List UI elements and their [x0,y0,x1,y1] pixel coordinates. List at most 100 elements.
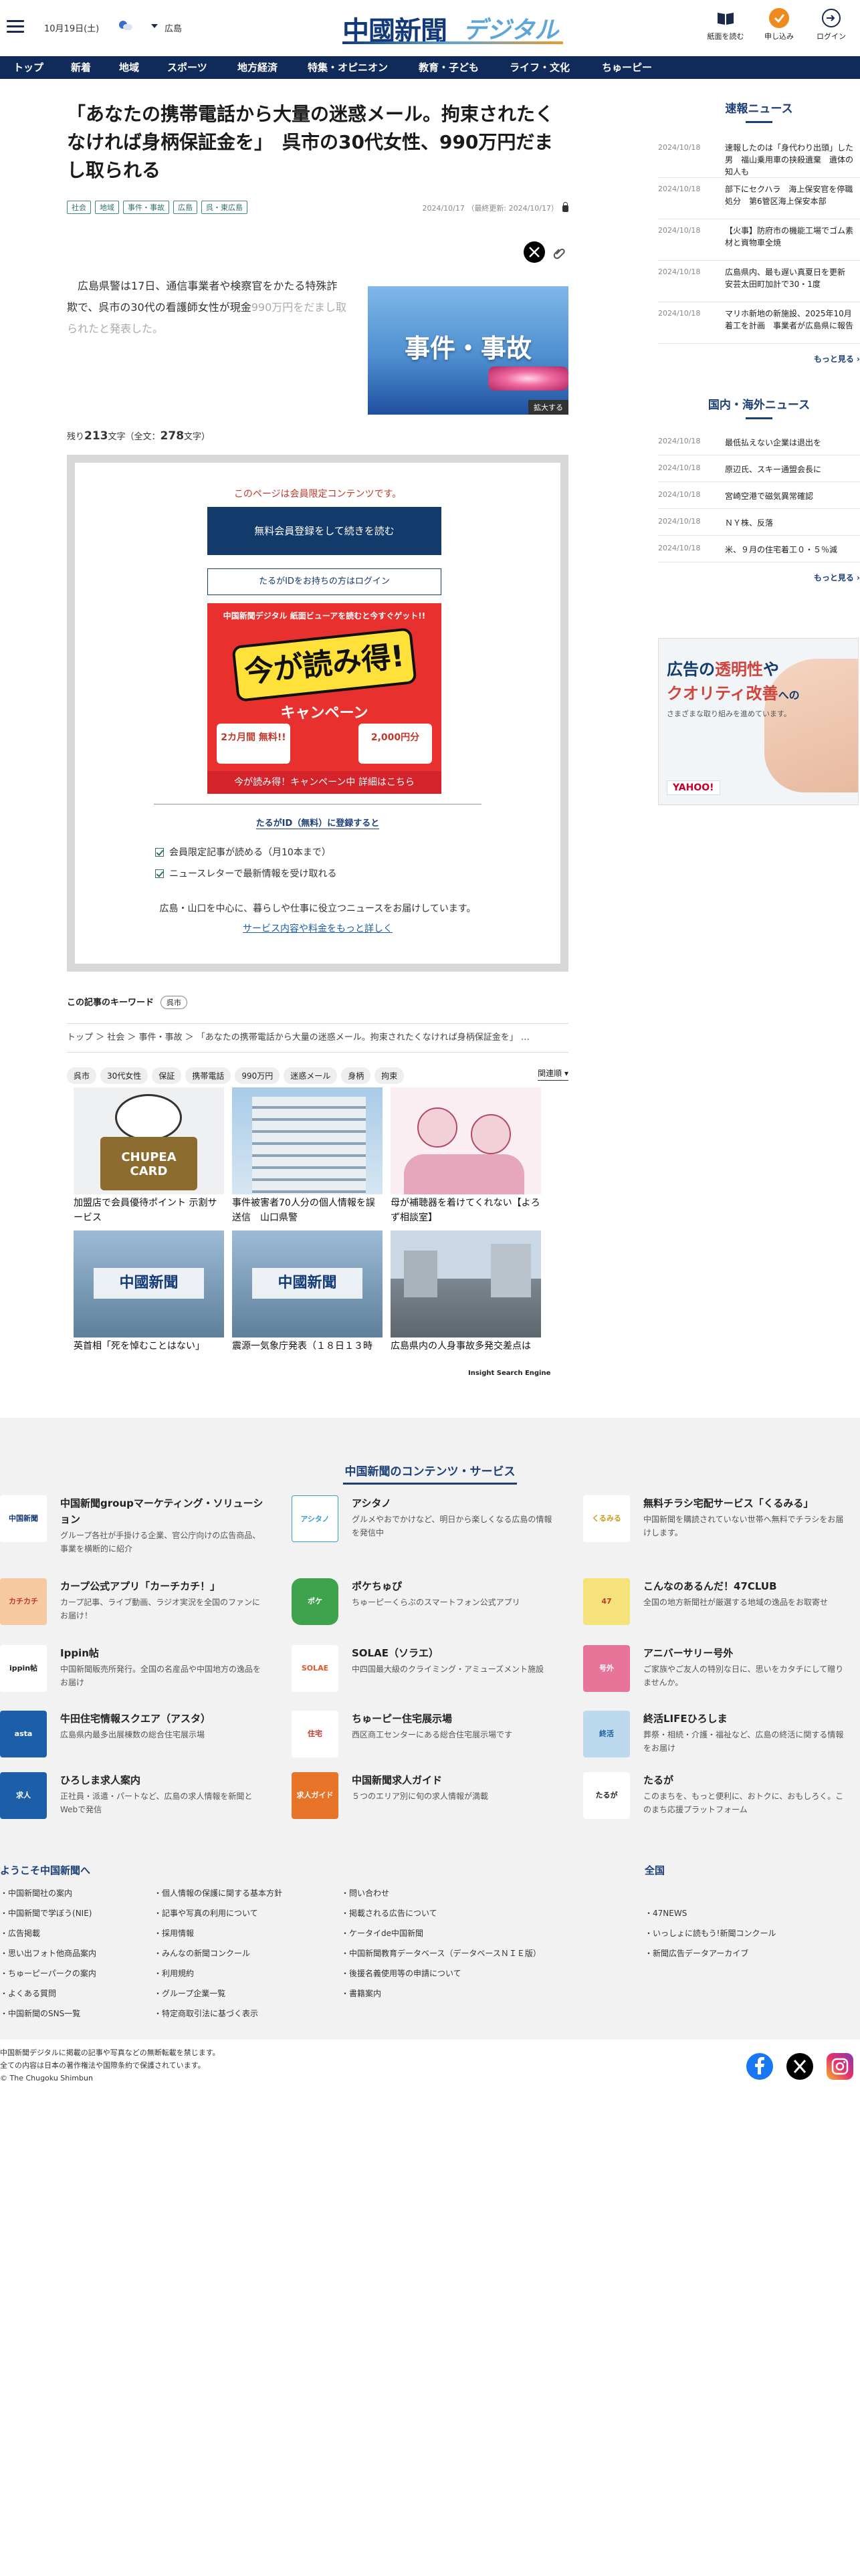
service-item[interactable]: 求人 ひろしま求人案内 正社員・派遣・パートなど、広島の求人情報を新聞とWebで発信 [0,1772,267,1832]
nav-item-life[interactable]: ライフ・文化 [510,56,570,79]
news-item[interactable]: 2024/10/18 ＮＹ株、反落 [658,509,860,536]
tag[interactable]: 事件・事故 [123,201,169,214]
tag[interactable]: 地域 [95,201,119,214]
x-icon[interactable] [786,2053,813,2080]
tag[interactable]: 広島 [173,201,197,214]
instagram-icon[interactable] [827,2053,853,2080]
nav-item-region[interactable]: 地域 [119,56,139,79]
service-details-link[interactable]: サービス内容や料金をもっと詳しく [75,922,560,935]
service-item[interactable]: 住宅 ちゅーピー住宅展示場 西区商工センターにある総合住宅展示場です [292,1711,559,1771]
news-item[interactable]: 2024/10/18 速報したのは「身代わり出頭」した男 福山乗用車の挟殺遺棄 遺… [658,136,860,178]
related-card[interactable]: 母が補聴器を着けてくれない【よろず相談室】 [391,1087,541,1225]
nav-item-new[interactable]: 新着 [71,56,91,79]
service-item[interactable]: SOLAE SOLAE（ソラエ） 中四国最大級のクライミング・アミューズメント施設 [292,1645,559,1705]
post-tag[interactable]: 拘束 [374,1067,405,1084]
news-item[interactable]: 2024/10/18 部下にセクハラ 海上保安官を停職処分 第6管区海上保安本部 [658,178,860,219]
service-item[interactable]: くるみる 無料チラシ宅配サービス「くるみる」 中国新聞を購読されていない世帯へ無料で… [583,1495,851,1555]
sidebar-ad[interactable]: 広告の透明性や クオリティ改善への さまざまな取り組みを進めています。 YAHOO… [658,638,859,805]
post-tag[interactable]: 990万円 [235,1067,280,1084]
service-item[interactable]: 号外 アニバーサリー号外 ご家族やご友人の特別な日に、思いをカタチにして贈りませんか… [583,1645,851,1705]
related-card[interactable]: 広島県内の人身事故多発交差点は [391,1230,541,1368]
banner-cta[interactable]: 今が読み得！キャンペーン中 詳細はこちら [207,771,441,794]
service-item[interactable]: asta 牛田住宅情報スクエア（アスタ） 広島県内最多出展棟数の総合住宅展示場 [0,1711,267,1771]
footer-link[interactable]: 思い出フォト他商品案内 [0,1947,96,1959]
x-share-icon[interactable] [524,241,545,263]
facebook-icon[interactable] [746,2053,773,2080]
news-item[interactable]: 2024/10/18 米、９月の住宅着工０・５％減 [658,536,860,562]
footer-link[interactable]: よくある質問 [0,1988,56,1999]
footer-link[interactable]: 中国新聞教育データベース（データベースＮＩＥ版） [341,1947,541,1959]
service-item[interactable]: 中国新聞 中国新聞groupマーケティング・ソリューション グループ各社が手掛ける企… [0,1495,267,1555]
related-card[interactable]: 中國新聞 英首相「死を悼むことはない」 [74,1230,224,1368]
footer-link[interactable]: 広告掲載 [0,1927,40,1939]
post-tag[interactable]: 呉市 [67,1067,97,1084]
footer-link[interactable]: いっしょに読もう!新聞コンクール [645,1927,776,1939]
service-item[interactable]: ポケ ポケちゅぴ ちゅーピーくらぶのスマートフォン公式アプリ [292,1578,559,1638]
tag[interactable]: 社会 [67,201,91,214]
site-logo[interactable]: 中國新聞 デジタル [342,7,563,47]
flash-more-link[interactable]: もっと見る › [658,353,860,364]
news-item[interactable]: 2024/10/18 宮崎空港で磁気異常確認 [658,482,860,509]
campaign-banner[interactable]: 中国新聞デジタル 紙面ビューアを読むと今すぐゲット!! 今が読み得! キャンペー… [207,603,441,794]
nav-item-education[interactable]: 教育・子ども [419,56,479,79]
region-selector[interactable]: 広島 [165,21,182,34]
footer-link[interactable]: 個人情報の保護に関する基本方針 [154,1887,282,1899]
footer-link[interactable]: 新聞広告データアーカイブ [645,1947,748,1959]
news-item[interactable]: 2024/10/18 広島県内、最も遅い真夏日を更新 安芸太田町加計で30・1度 [658,261,860,302]
service-item[interactable]: 47 こんなのあるんだ！47CLUB 全国の地方新聞社が厳選する地域の逸品をお取寄せ [583,1578,851,1638]
footer-link[interactable]: 書籍案内 [341,1988,381,1999]
chevron-down-icon[interactable] [151,24,158,28]
service-item[interactable]: 求人ガイド 中国新聞求人ガイド ５つのエリア別に旬の求人情報が満載 [292,1772,559,1832]
footer-link[interactable]: ちゅーピーパークの案内 [0,1967,96,1979]
footer-link[interactable]: 中国新聞社の案内 [0,1887,72,1899]
read-paper-button[interactable]: 紙面を読む [702,8,749,41]
related-card[interactable]: 中國新聞 震源一気象庁発表（１８日１３時 [232,1230,383,1368]
keyword-tag[interactable]: 呉市 [160,996,188,1009]
footer-link[interactable]: 47NEWS [645,1907,687,1919]
service-item[interactable]: アシタノ アシタノ グルメやおでかけなど、明日から楽しくなる広島の情報を発信中 [292,1495,559,1555]
footer-link[interactable]: 採用情報 [154,1927,194,1939]
service-item[interactable]: たるが たるが このまちを、もっと便利に、おトクに、おもしろく。このまち応援プラット… [583,1772,851,1832]
footer-link[interactable]: 記事や写真の利用について [154,1907,258,1919]
footer-link[interactable]: 利用規約 [154,1967,194,1979]
news-item[interactable]: 2024/10/18 原辺氏、スキー通盟会長に [658,455,860,482]
related-card[interactable]: 事件被害者70人分の個人情報を誤送信 山口県警 [232,1087,383,1225]
footer-link[interactable]: 中国新聞で学ぼう(NIE) [0,1907,92,1919]
news-item[interactable]: 2024/10/18 マリホ新地の新施設、2025年10月着工を計画 事業者が広島… [658,302,860,344]
related-card[interactable]: CHUPEA CARD 加盟店で会員優待ポイント 示割サービス [74,1087,224,1225]
footer-link[interactable]: 後援名義使用等の申請について [341,1967,461,1979]
footer-link[interactable]: 掲載される広告について [341,1907,437,1919]
footer-link[interactable]: 特定商取引法に基づく表示 [154,2008,258,2019]
register-button[interactable]: 無料会員登録をして続きを読む [207,507,441,555]
login-button[interactable]: ログイン [808,8,855,41]
breadcrumb[interactable]: トップ ＞ 社会 ＞ 事件・事故 ＞ 「あなたの携帯電話から大量の迷惑メール。拘… [67,1023,568,1053]
footer-link[interactable]: 問い合わせ [341,1887,389,1899]
footer-link[interactable]: グループ企業一覧 [154,1988,225,1999]
article-photo[interactable]: 事件・事故 拡大する [368,286,568,415]
nav-item-sports[interactable]: スポーツ [167,56,207,79]
sort-dropdown[interactable]: 関連順 ▾ [538,1067,568,1081]
service-item[interactable]: ippin帖 Ippin帖 中国新聞販売所発行。全国の名産品や中国地方の逸品をお届け [0,1645,267,1705]
post-tag[interactable]: 30代女性 [100,1067,148,1084]
nav-item-chupy[interactable]: ちゅーピー [602,56,652,79]
apply-button[interactable]: 申し込み [756,8,802,41]
footer-link[interactable]: ケータイde中国新聞 [341,1927,423,1939]
post-tag[interactable]: 保証 [152,1067,182,1084]
world-more-link[interactable]: もっと見る › [658,572,860,583]
footer-link[interactable]: みんなの新聞コンクール [154,1947,250,1959]
nav-item-top[interactable]: トップ [13,56,43,79]
zoom-button[interactable]: 拡大する [528,400,568,415]
post-tag[interactable]: 携帯電話 [185,1067,231,1084]
service-item[interactable]: 終活 終活LIFEひろしま 葬祭・相続・介護・福祉など、広島の終活に関する情報をお届… [583,1711,851,1771]
news-item[interactable]: 2024/10/18 最低払えない企業は退出を [658,429,860,455]
nav-item-opinion[interactable]: 特集・オピニオン [308,56,388,79]
footer-link[interactable]: 中国新聞のSNS一覧 [0,2008,80,2019]
link-copy-icon[interactable] [553,248,565,259]
id-login-button[interactable]: たるがIDをお持ちの方はログイン [207,568,441,595]
post-tag[interactable]: 身柄 [341,1067,371,1084]
service-item[interactable]: カチカチ カープ公式アプリ「カーチカチ！」 カープ記事、ライブ動画、ラジオ実況を全国… [0,1578,267,1638]
news-item[interactable]: 2024/10/18 【火事】防府市の機能工場でゴム素材と資物車全焼 [658,219,860,261]
tag[interactable]: 呉・東広島 [201,201,247,214]
menu-icon[interactable] [7,20,24,33]
nav-item-economy[interactable]: 地方経済 [237,56,278,79]
